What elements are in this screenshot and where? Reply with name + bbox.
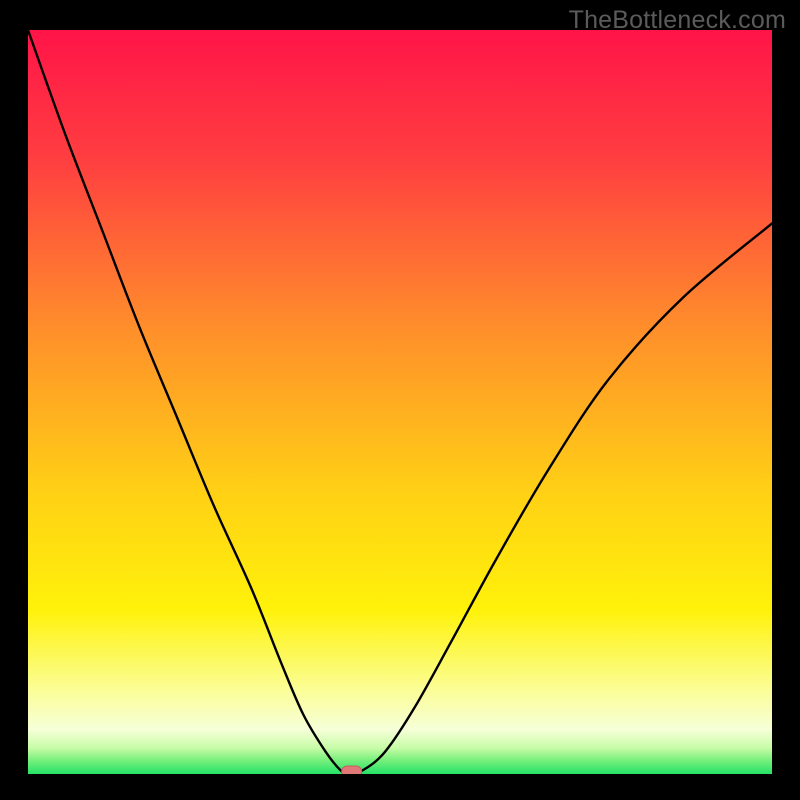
optimal-marker: [342, 766, 362, 774]
chart-svg: [28, 30, 772, 774]
chart-background: [28, 30, 772, 774]
chart-container: [28, 30, 772, 774]
